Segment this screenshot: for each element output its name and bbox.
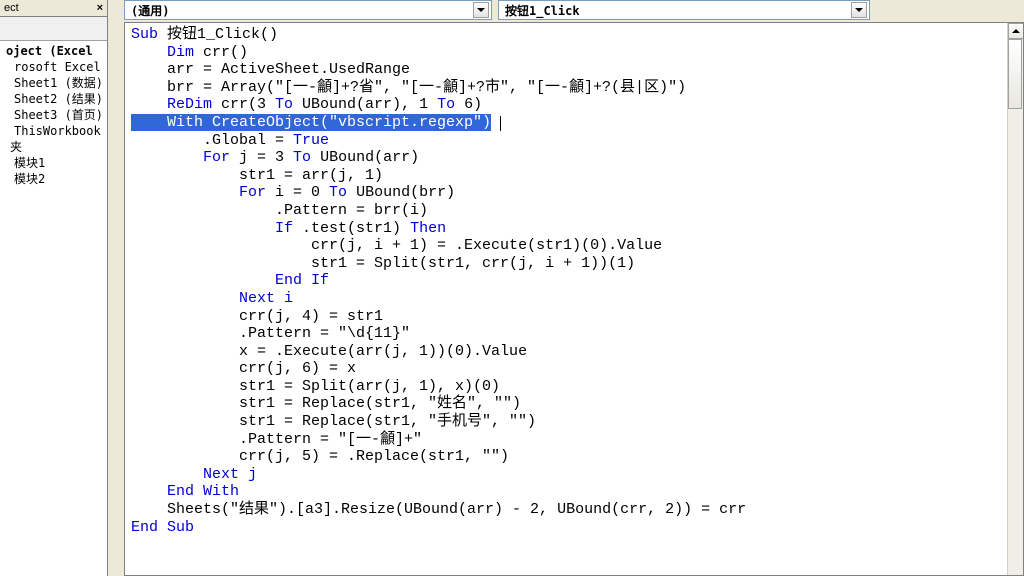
procedure-combo[interactable]: 按钮1_Click <box>498 0 870 20</box>
procedure-combo-value: 按钮1_Click <box>505 2 580 19</box>
chevron-down-icon[interactable] <box>851 2 867 18</box>
scroll-up-icon[interactable] <box>1008 23 1024 39</box>
tree-module[interactable]: 模块2 <box>0 171 107 187</box>
chevron-down-icon[interactable] <box>473 2 489 18</box>
close-icon[interactable]: × <box>97 2 103 14</box>
project-explorer-title: ect <box>4 2 19 14</box>
tree-item[interactable]: Sheet2 (结果) <box>0 91 107 107</box>
tree-item[interactable]: Sheet1 (数据) <box>0 75 107 91</box>
project-explorer-toolbar <box>0 17 107 41</box>
code-editor[interactable]: Sub 按钮1_Click() Dim crr() arr = ActiveSh… <box>125 23 1023 575</box>
project-explorer: ect × oject (Excel rosoft Excel 对Sheet1 … <box>0 0 108 576</box>
tree-item[interactable]: Sheet3 (首页) <box>0 107 107 123</box>
project-explorer-header: ect × <box>0 0 107 17</box>
scroll-thumb[interactable] <box>1008 39 1022 109</box>
vertical-scrollbar[interactable] <box>1007 23 1023 575</box>
tree-root[interactable]: oject (Excel <box>0 43 107 59</box>
project-tree[interactable]: oject (Excel rosoft Excel 对Sheet1 (数据)Sh… <box>0 41 107 187</box>
tree-module[interactable]: 模块1 <box>0 155 107 171</box>
code-editor-area: (通用) 按钮1_Click Sub 按钮1_Click() Dim crr()… <box>108 0 1024 576</box>
tree-modules-folder[interactable]: 夹 <box>0 139 107 155</box>
dropdown-row: (通用) 按钮1_Click <box>108 0 1024 22</box>
selected-code-line: With CreateObject("vbscript.regexp") <box>131 114 491 131</box>
text-cursor <box>500 116 501 131</box>
tree-item[interactable]: rosoft Excel 对 <box>0 59 107 75</box>
object-combo-value: (通用) <box>131 2 169 19</box>
tree-item[interactable]: ThisWorkbook <box>0 123 107 139</box>
code-wrapper: Sub 按钮1_Click() Dim crr() arr = ActiveSh… <box>124 22 1024 576</box>
object-combo[interactable]: (通用) <box>124 0 492 20</box>
